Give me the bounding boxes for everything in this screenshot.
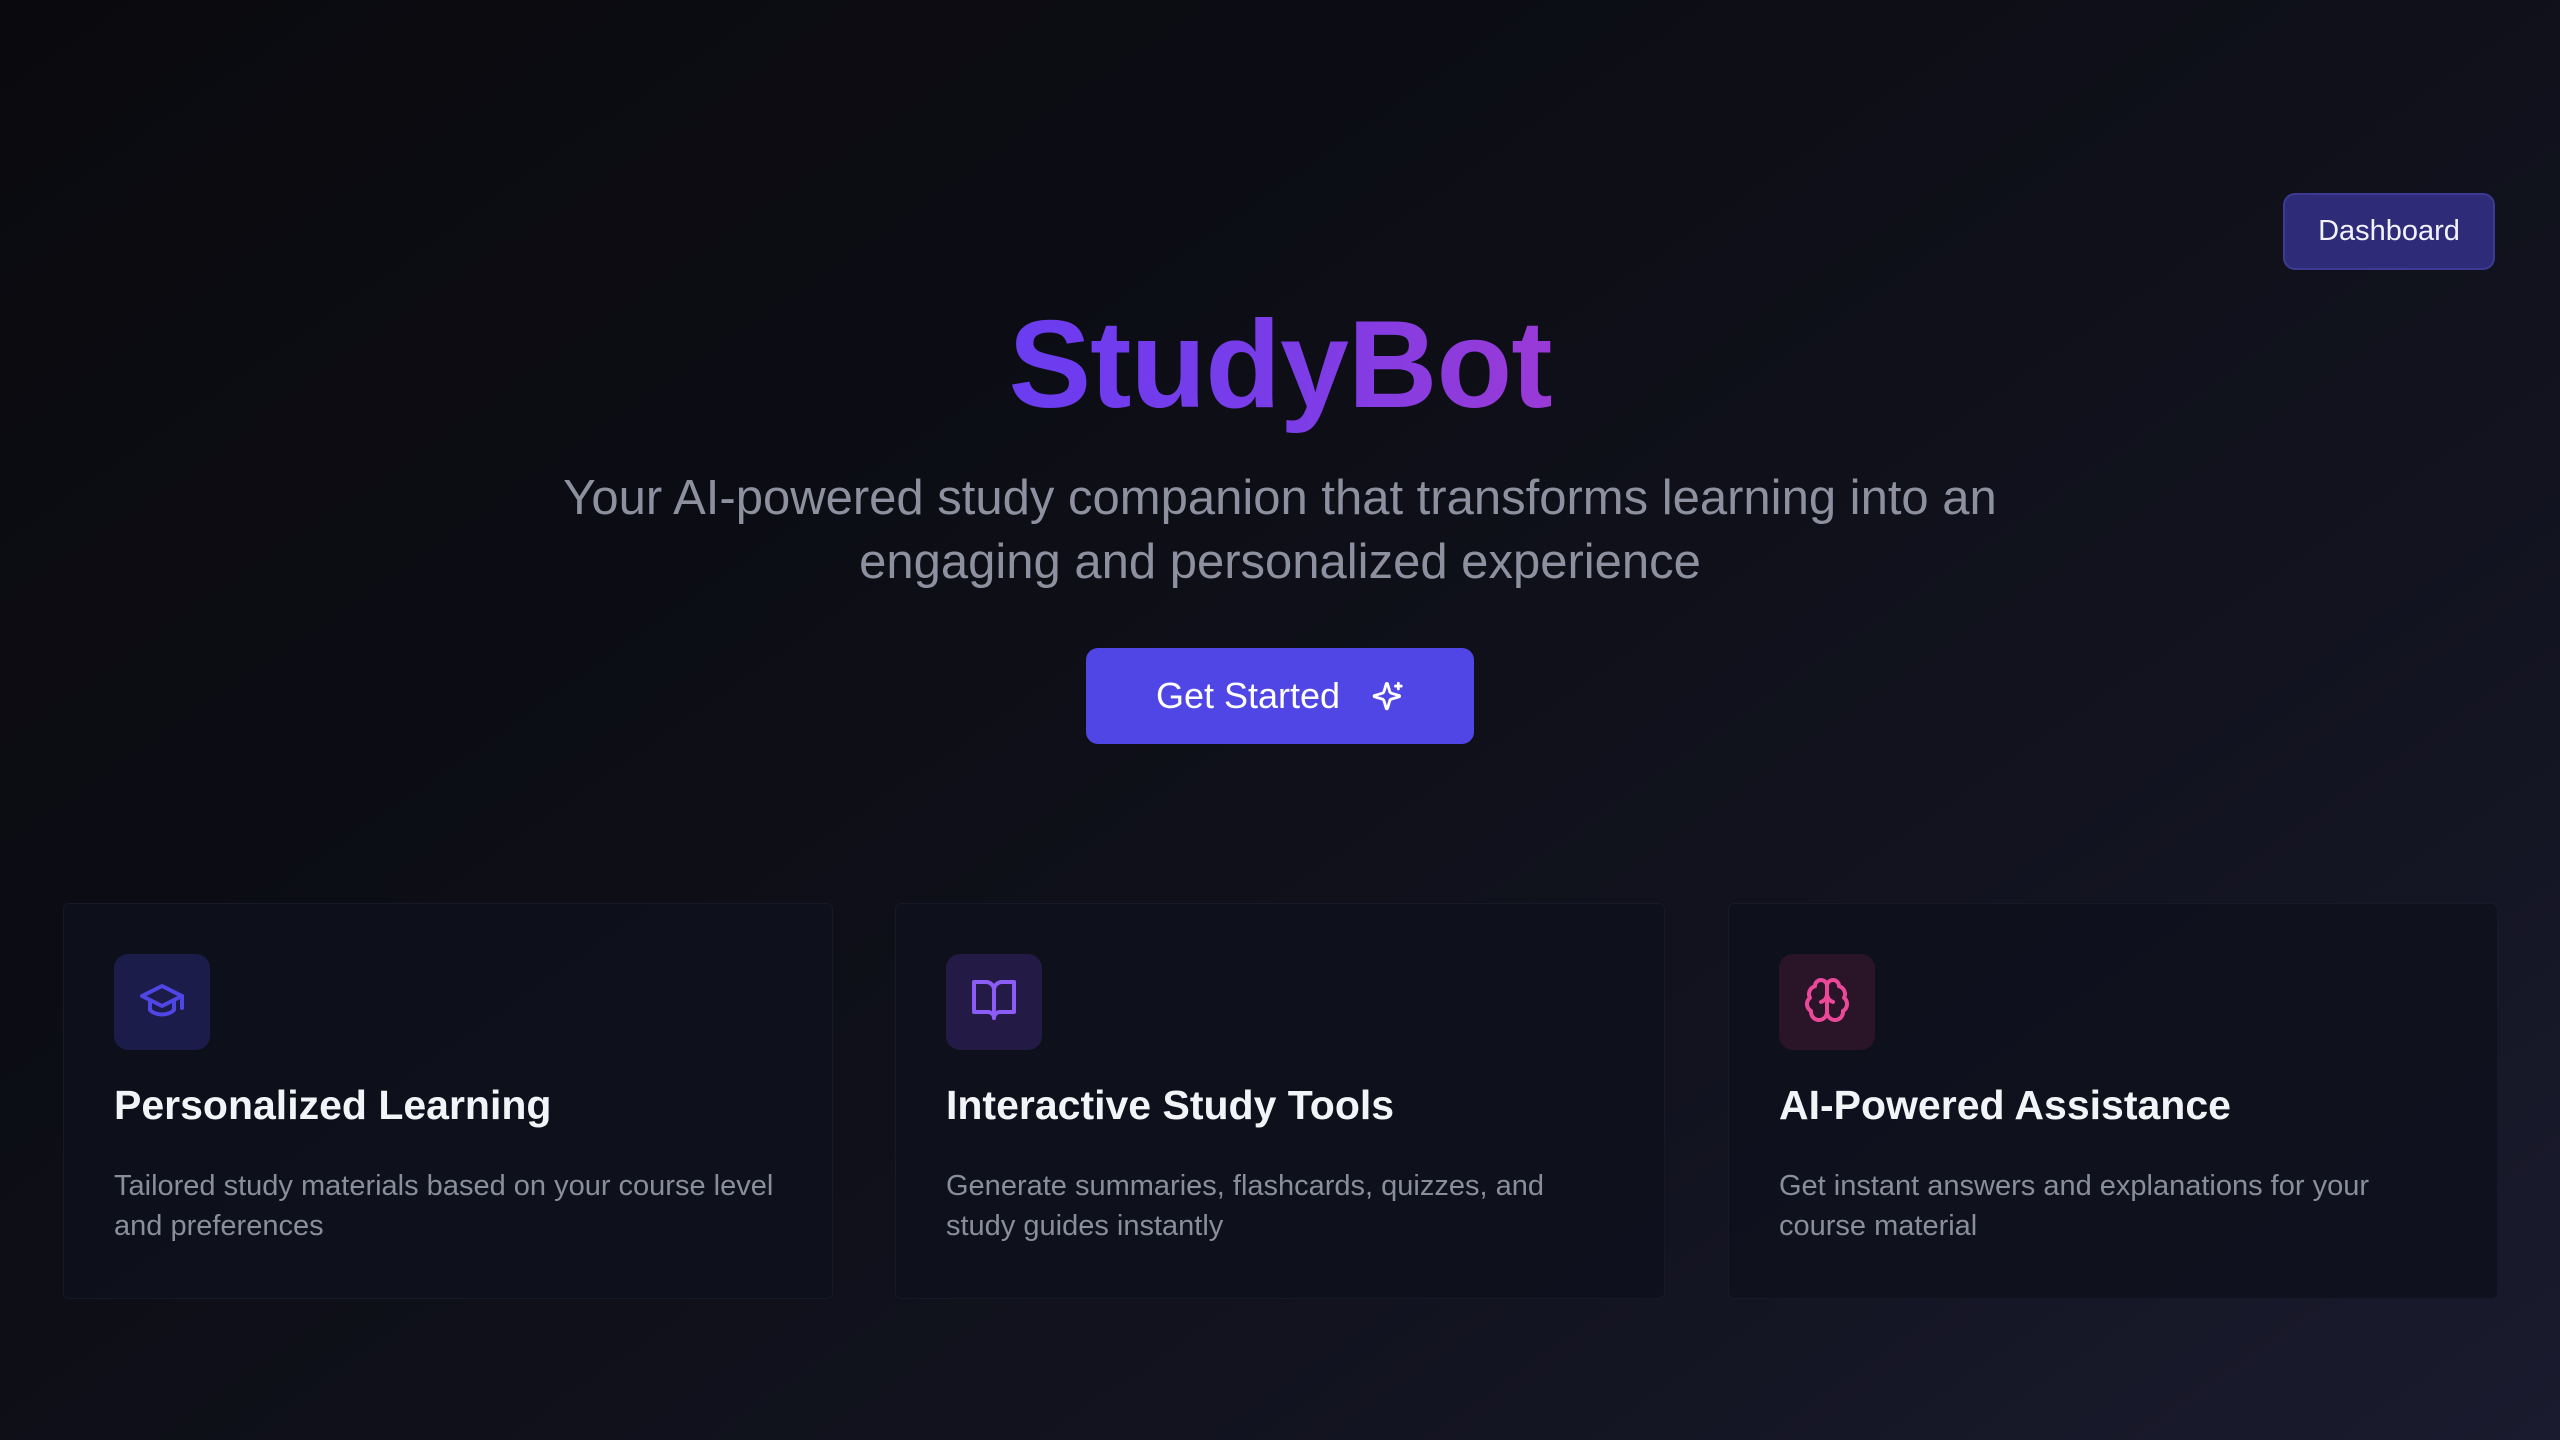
book-open-icon xyxy=(970,976,1018,1029)
brain-icon xyxy=(1803,976,1851,1029)
feature-card-interactive-study-tools: Interactive Study Tools Generate summari… xyxy=(895,903,1665,1299)
feature-icon-box xyxy=(114,954,210,1050)
feature-icon-box xyxy=(946,954,1042,1050)
get-started-button[interactable]: Get Started xyxy=(1086,648,1474,744)
feature-description: Generate summaries, flashcards, quizzes,… xyxy=(946,1170,1544,1242)
feature-title: AI-Powered Assistance xyxy=(1779,1082,2231,1128)
hero-tagline: Your AI-powered study companion that tra… xyxy=(563,471,1997,589)
feature-title: Interactive Study Tools xyxy=(946,1082,1395,1128)
feature-card-personalized-learning: Personalized Learning Tailored study mat… xyxy=(63,903,833,1299)
graduation-cap-icon xyxy=(138,976,186,1029)
feature-card-ai-powered-assistance: AI-Powered Assistance Get instant answer… xyxy=(1728,903,2498,1299)
feature-icon-box xyxy=(1779,954,1875,1050)
feature-title: Personalized Learning xyxy=(114,1082,552,1128)
brand-title-text: StudyBot xyxy=(1008,296,1552,434)
get-started-label: Get Started xyxy=(1155,675,1341,716)
dashboard-button[interactable]: Dashboard xyxy=(2283,193,2495,270)
feature-description: Get instant answers and explanations for… xyxy=(1779,1170,2369,1242)
brand-title: StudyBot xyxy=(0,290,2560,440)
sparkles-icon xyxy=(1370,679,1404,713)
feature-description: Tailored study materials based on your c… xyxy=(114,1170,774,1242)
